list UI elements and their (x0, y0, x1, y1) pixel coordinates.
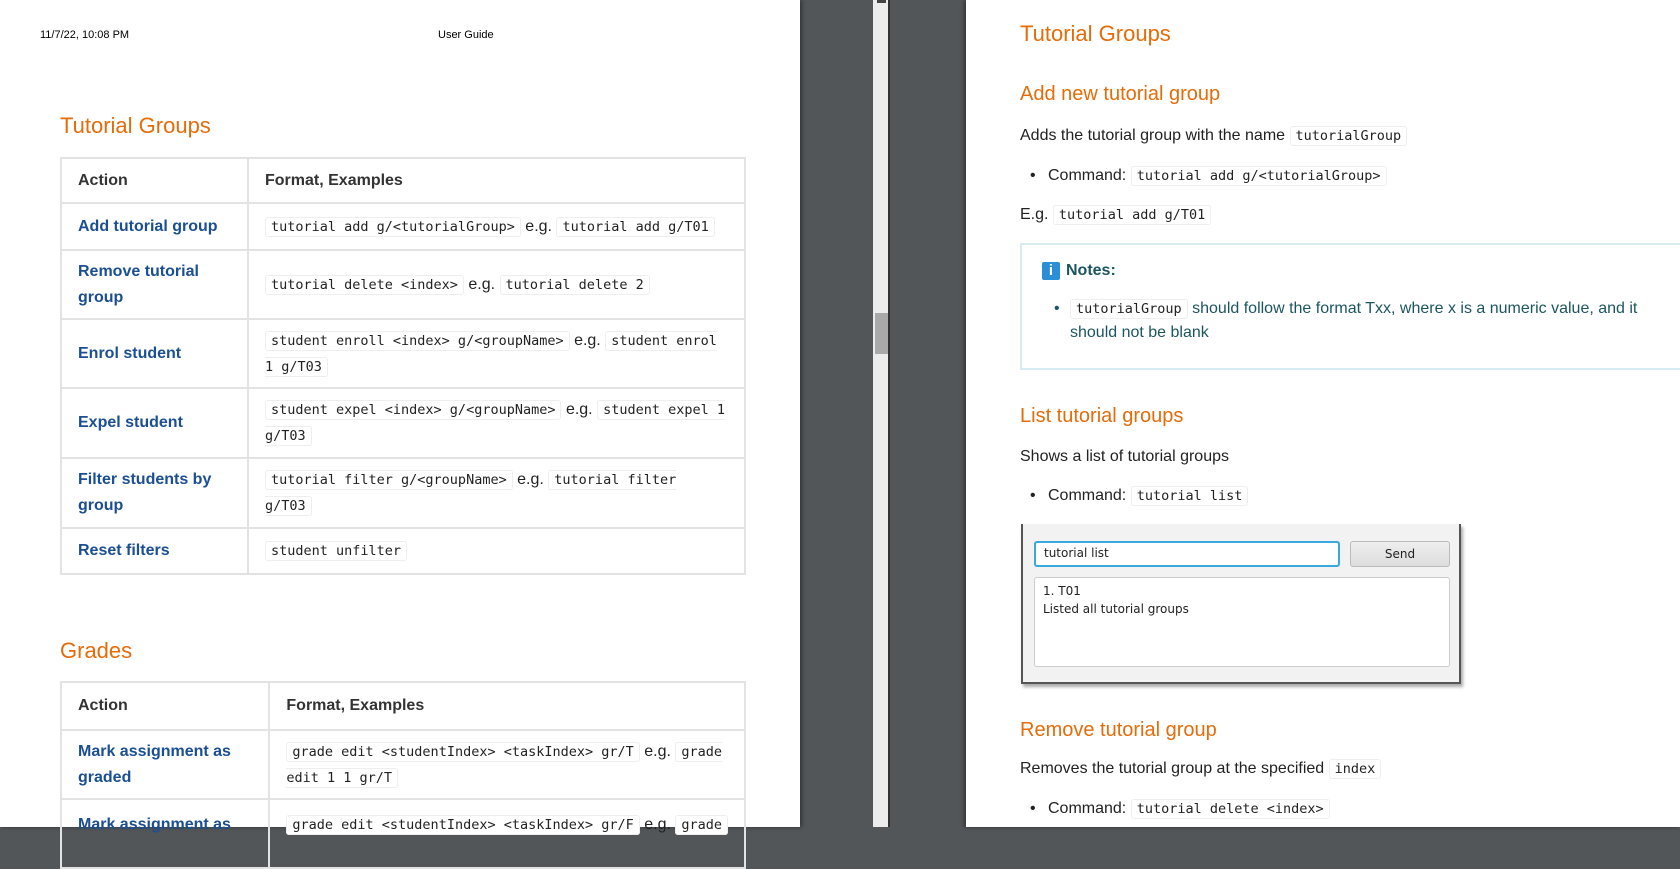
format-code: tutorial add g/<tutorialGroup> (265, 216, 521, 237)
format-code: grade edit <studentIndex> <taskIndex> gr… (286, 741, 640, 762)
action-link[interactable]: Enrol student (60, 318, 249, 389)
heading-remove-tutorial-group: Remove tutorial group (1020, 719, 1217, 741)
print-header-title: User Guide (438, 29, 494, 41)
col-header-action: Action (60, 157, 249, 204)
vertical-scrollbar[interactable] (873, 0, 890, 827)
format-code: tutorial filter g/<groupName> (265, 470, 513, 490)
scrollbar-thumb[interactable] (875, 313, 888, 354)
format-code: tutorial delete <index> (265, 274, 464, 295)
scroll-up-arrow-icon[interactable] (877, 0, 886, 3)
eg-label: e.g. (644, 742, 671, 760)
action-link[interactable]: Mark assignment as graded (59, 729, 271, 800)
print-header-datetime: 11/7/22, 10:08 PM (40, 29, 130, 41)
pdf-page-right: Tutorial Groups Add new tutorial group A… (966, 0, 1680, 827)
eg-label: e.g. (644, 816, 671, 833)
section-title-tutorial-groups: Tutorial Groups (60, 113, 211, 138)
remove-description: Removes the tutorial group at the specif… (1020, 759, 1382, 779)
table-row: Add tutorial group tutorial add g/<tutori… (60, 202, 746, 251)
col-header-action: Action (59, 681, 271, 731)
command-bullet: Command: tutorial add g/<tutorialGroup> (1020, 166, 1387, 186)
info-icon: i (1042, 262, 1060, 280)
inline-code: tutorial delete <index> (1130, 799, 1330, 819)
text: Command: (1048, 487, 1127, 504)
text: Adds the tutorial group with the name (1020, 127, 1286, 144)
command-bullet: Command: tutorial list (1020, 486, 1249, 506)
notes-item: • tutorialGroup should follow the format… (1054, 297, 1660, 345)
table-row: Expel student student expel <index> g/<gr… (60, 387, 746, 459)
list-description: Shows a list of tutorial groups (1020, 448, 1229, 465)
result-display: 1. T01 Listed all tutorial groups (1034, 577, 1450, 667)
inline-code: tutorialGroup (1289, 126, 1408, 146)
eg-label: e.g. (525, 217, 552, 235)
section-title-grades: Grades (60, 638, 133, 663)
eg-label: e.g. (565, 401, 593, 418)
table-row: Filter students by group tutorial filter … (60, 457, 746, 529)
table-row: Enrol student student enroll <index> g/<g… (60, 318, 746, 389)
inline-code: index (1328, 759, 1382, 779)
grades-commands-table: Action Format, Examples Mark assignment a… (59, 681, 746, 869)
action-link[interactable]: Expel student (60, 387, 249, 459)
example-line: E.g. tutorial add g/T01 (1020, 205, 1212, 225)
format-code: grade edit <studentIndex> <taskIndex> gr… (286, 815, 640, 835)
action-link[interactable]: Reset filters (60, 527, 249, 575)
inline-code: tutorial add g/<tutorialGroup> (1130, 166, 1387, 186)
app-screenshot: tutorial list Send 1. T01 Listed all tut… (1021, 524, 1461, 684)
eg-label: e.g. (517, 471, 544, 488)
notes-box: i Notes: • tutorialGroup should follow t… (1020, 243, 1680, 370)
add-description: Adds the tutorial group with the name tu… (1020, 126, 1408, 146)
action-link[interactable]: Mark assignment as (59, 798, 271, 869)
col-header-format: Format, Examples (247, 157, 746, 204)
eg-label: e.g. (574, 331, 601, 349)
example-code: tutorial add g/T01 (556, 216, 715, 237)
action-link[interactable]: Add tutorial group (60, 202, 249, 251)
heading-list-tutorial-groups: List tutorial groups (1020, 405, 1184, 427)
send-button: Send (1350, 541, 1450, 567)
example-code: grade (675, 815, 728, 835)
section-title-tutorial-groups: Tutorial Groups (1020, 21, 1171, 46)
text: Command: (1048, 167, 1127, 184)
text: Removes the tutorial group at the specif… (1020, 760, 1325, 777)
col-header-format: Format, Examples (268, 681, 746, 731)
text: E.g. (1020, 206, 1049, 223)
bullet: • (1054, 300, 1060, 317)
table-row: Mark assignment as graded grade edit <stu… (59, 729, 746, 800)
heading-add-tutorial-group: Add new tutorial group (1020, 83, 1221, 105)
inline-code: tutorial add g/T01 (1052, 205, 1212, 225)
example-code: tutorial delete 2 (499, 274, 650, 295)
table-row: Remove tutorial group tutorial delete <in… (60, 249, 746, 320)
result-line: 1. T01 (1043, 584, 1081, 598)
format-code: student expel <index> g/<groupName> (265, 400, 562, 420)
action-link[interactable]: Filter students by group (60, 457, 249, 529)
pdf-page-left: 11/7/22, 10:08 PM User Guide Tutorial Gr… (0, 0, 800, 869)
result-line: Listed all tutorial groups (1043, 602, 1189, 616)
inline-code: tutorialGroup (1070, 299, 1188, 319)
command-input: tutorial list (1034, 541, 1340, 567)
format-code: student enroll <index> g/<groupName> (265, 330, 570, 351)
tutorial-commands-table: Action Format, Examples Add tutorial grou… (60, 157, 746, 575)
notes-title: Notes: (1066, 262, 1116, 279)
table-row: Mark assignment as grade edit <studentInd… (59, 798, 746, 869)
text: Command: (1048, 800, 1127, 817)
table-row: Reset filters student unfilter (60, 527, 746, 575)
command-bullet: Command: tutorial delete <index> (1020, 799, 1330, 819)
eg-label: e.g. (468, 275, 496, 293)
inline-code: tutorial list (1130, 486, 1249, 506)
action-link[interactable]: Remove tutorial group (60, 249, 249, 320)
format-code: student unfilter (265, 541, 408, 561)
